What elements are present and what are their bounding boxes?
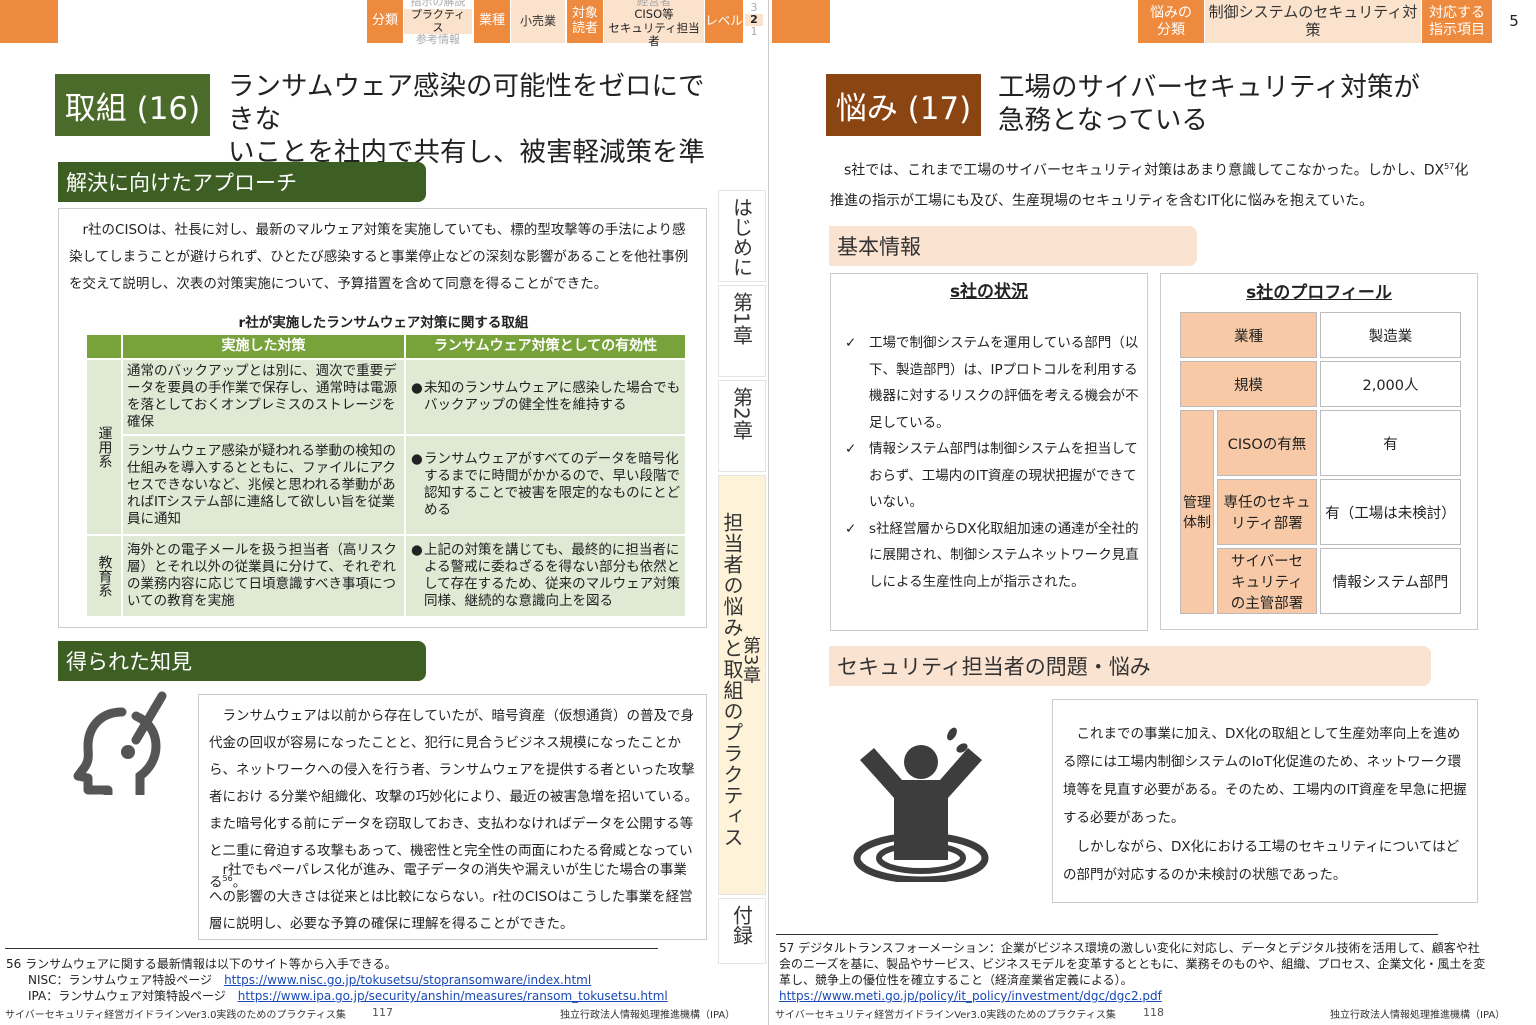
directive-value: 5 xyxy=(1494,0,1534,43)
footer-right-org: 独立行政法人情報処理推進機構（IPA） xyxy=(1330,1010,1506,1021)
profile-key-mgmt: 管理体制 xyxy=(1180,410,1214,614)
profile-table: 業種 製造業 規模 2,000人 管理体制 CISOの有無有 専任のセキュリティ部署有… xyxy=(1177,309,1464,617)
industry-value: 小売業 xyxy=(511,0,565,43)
profile-key: CISOの有無 xyxy=(1217,410,1317,476)
profile-key: 規模 xyxy=(1180,361,1317,407)
level-values: 3 2 1 xyxy=(745,0,763,43)
profile-key: 専任のセキュリティ部署 xyxy=(1217,479,1317,545)
profile-key: サイバーセキュリティの主管部署 xyxy=(1217,548,1317,614)
status-list: 工場で制御システムを運用している部門（以下、製造部門）は、IPプロトコルを利用す… xyxy=(839,330,1139,595)
basic-info-heading: 基本情報 xyxy=(829,226,1197,266)
level-label: レベル xyxy=(705,0,743,43)
industry-label: 業種 xyxy=(474,0,510,43)
footer-left-org: 独立行政法人情報処理推進機構（IPA） xyxy=(560,1010,736,1021)
status-item: 情報システム部門は制御システムを担当しておらず、工場内のIT資産の現状把握ができ… xyxy=(839,436,1139,516)
approach-box: r社のCISOは、社長に対し、最新のマルウェア対策を実施していても、標的型攻撃等… xyxy=(58,208,707,628)
tab-chapter-2[interactable]: 第2章 xyxy=(718,380,766,472)
category-value: 指示の解説 プラクティス 参考情報 xyxy=(404,0,472,46)
table-cell: ランサムウェア感染が疑われる挙動の検知の仕組みを導入するとともに、ファイルにアク… xyxy=(121,434,406,536)
approach-text: r社のCISOは、社長に対し、最新のマルウェア対策を実施していても、標的型攻撃等… xyxy=(69,222,689,292)
ipa-link[interactable]: https://www.ipa.go.jp/security/anshin/me… xyxy=(238,989,668,1003)
struggling-person-icon xyxy=(853,727,989,882)
table-header: 実施した対策 xyxy=(121,333,406,360)
category-label: 分類 xyxy=(367,0,403,43)
problem-paragraph-1: これまでの事業に加え、DX化の取組として生産効率向上を進める際には工場内制御シス… xyxy=(1063,726,1467,826)
problem-paragraph-2: しかしながら、DX化における工場のセキュリティについてはどの部門が対応するのか未… xyxy=(1063,839,1460,883)
nisc-link[interactable]: https://www.nisc.go.jp/tokusetsu/stopran… xyxy=(224,973,591,987)
audience-label: 対象 読者 xyxy=(567,0,603,43)
worry-badge: 悩み (17) xyxy=(826,74,981,136)
left-header-accent xyxy=(0,0,58,43)
tab-intro[interactable]: はじめに xyxy=(718,190,766,282)
footnote-ipa: IPA：ランサムウェア対策特設ページ https://www.ipa.go.jp… xyxy=(28,989,668,1003)
profile-value: 情報システム部門 xyxy=(1320,548,1461,614)
tab-chapter-3[interactable]: 第3章 担当者の悩みと取組のプラクティス xyxy=(718,475,766,895)
footer-right-title: サイバーセキュリティ経営ガイドラインVer3.0実践のためのプラクティス集 xyxy=(775,1010,1116,1021)
profile-value: 2,000人 xyxy=(1320,361,1461,407)
ransomware-table: 実施した対策 ランサムウェア対策としての有効性 運用系 通常のバックアップとは別… xyxy=(85,333,687,618)
profile-value: 製造業 xyxy=(1320,312,1461,358)
page-number-117: 117 xyxy=(372,1006,393,1019)
profile-value: 有（工場は未検討） xyxy=(1320,479,1461,545)
profile-value: 有 xyxy=(1320,410,1461,476)
page-number-118: 118 xyxy=(1143,1006,1164,1019)
footnote-57: 57 デジタルトランスフォーメーション：企業がビジネス環境の激しい変化に対応し、… xyxy=(779,941,1486,1003)
table-title: r社が実施したランサムウェア対策に関する取組 xyxy=(238,315,529,331)
table-cell: ● 上記の対策を講じても、最終的に担当者による警戒に委ねざるを得ない部分も依然とし… xyxy=(404,534,687,618)
directive-label: 対応する 指示項目 xyxy=(1422,0,1492,43)
worry-title: 工場のサイバーセキュリティ対策が 急務となっている xyxy=(998,72,1420,136)
findings-paragraph-2: r社でもペーパレス化が進み、電子データの消失や漏えいが生じた場合の事業への影響の… xyxy=(209,862,693,932)
tab-appendix[interactable]: 付録 xyxy=(718,898,766,964)
audience-value: 経営者 CISO等 セキュリティ担当者 xyxy=(604,0,704,47)
findings-heading: 得られた知見 xyxy=(58,641,426,681)
findings-box: ランサムウェアは以前から存在していたが、暗号資産（仮想通貨）の普及で身代金の回収… xyxy=(198,694,707,940)
footnote-rule xyxy=(5,948,658,949)
table-cell: ● ランサムウェアがすべてのデータを暗号化するまでに時間がかかるので、早い段階で認… xyxy=(404,434,687,536)
group-label-ops: 運用系 xyxy=(85,358,123,536)
table-header: ランサムウェア対策としての有効性 xyxy=(404,333,687,360)
footnote-56: 56 ランサムウェアに関する最新情報は以下のサイト等から入手できる。 xyxy=(6,957,397,971)
problem-heading: セキュリティ担当者の問題・悩み xyxy=(829,646,1431,686)
approach-heading: 解決に向けたアプローチ xyxy=(58,162,426,202)
footnote-nisc: NISC：ランサムウェア特設ページ https://www.nisc.go.jp… xyxy=(28,973,592,987)
initiative-badge: 取組 (16) xyxy=(55,74,210,136)
table-cell: ● 未知のランサムウェアに感染した場合でもバックアップの健全性を維持する xyxy=(404,358,687,436)
company-status-title: s社の状況 xyxy=(949,282,1029,302)
meti-link[interactable]: https://www.meti.go.jp/policy/it_policy/… xyxy=(779,989,1162,1003)
tab-chapter-3-title: 担当者の悩みと取組のプラクティス xyxy=(720,512,744,848)
company-profile-title: s社のプロフィール xyxy=(1246,283,1392,303)
company-status-box: s社の状況 工場で制御システムを運用している部門（以下、製造部門）は、IPプロト… xyxy=(830,273,1148,631)
footer-left-title: サイバーセキュリティ経営ガイドラインVer3.0実践のためのプラクティス集 xyxy=(5,1010,346,1021)
company-profile-box: s社のプロフィール 業種 製造業 規模 2,000人 管理体制 CISOの有無有 専任… xyxy=(1160,273,1478,630)
table-cell: 通常のバックアップとは別に、週次で重要データを要員の手作業で保存し、通常時は電源… xyxy=(121,358,406,436)
status-item: s社経営層からDX化取組加速の通達が全社的に展開され、制御システムネットワーク見… xyxy=(839,516,1139,596)
worry-category-label: 悩みの 分類 xyxy=(1138,0,1204,43)
status-item: 工場で制御システムを運用している部門（以下、製造部門）は、IPプロトコルを利用す… xyxy=(839,330,1139,436)
right-header-accent xyxy=(772,0,830,43)
tab-chapter-1[interactable]: 第1章 xyxy=(718,285,766,377)
page-divider xyxy=(768,0,769,1025)
worry-category-value: 制御システムのセキュリティ対策 xyxy=(1205,0,1421,43)
profile-key: 業種 xyxy=(1180,312,1317,358)
thinking-head-icon xyxy=(73,691,167,795)
footnote-rule-right xyxy=(776,934,1438,935)
worry-intro: s社では、これまで工場のサイバーセキュリティ対策はあまり意識してこなかった。しか… xyxy=(830,162,1469,209)
problem-box: これまでの事業に加え、DX化の取組として生産効率向上を進める際には工場内制御シス… xyxy=(1052,699,1478,903)
group-label-edu: 教育系 xyxy=(85,534,123,618)
table-cell: 海外との電子メールを扱う担当者（高リスク層）とそれ以外の従業員に分けて、それぞれ… xyxy=(121,534,406,618)
